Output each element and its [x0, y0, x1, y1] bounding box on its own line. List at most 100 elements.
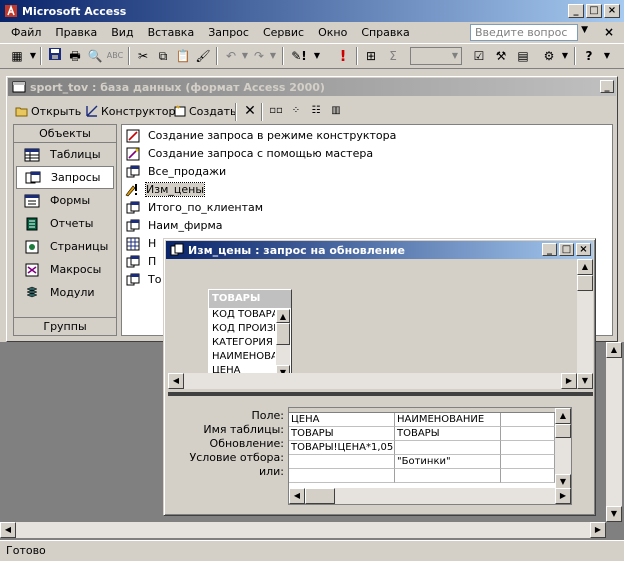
cut-icon[interactable]: ✂	[134, 47, 152, 65]
build-icon[interactable]: ⚒	[492, 47, 510, 65]
totals-icon[interactable]: Σ	[384, 47, 402, 65]
query-window-title: Изм_цены : запрос на обновление	[188, 243, 405, 257]
objects-item-tables[interactable]: Таблицы	[14, 143, 116, 166]
help-dropdown-arrow-icon[interactable]: ▼	[598, 47, 616, 65]
minimize-button[interactable]: _	[568, 4, 584, 18]
objects-item-reports[interactable]: Отчеты	[14, 212, 116, 235]
table-pane-vscrollbar[interactable]: ▲ ▼	[577, 259, 593, 389]
objects-item-forms[interactable]: Формы	[14, 189, 116, 212]
save-icon[interactable]	[46, 47, 64, 65]
top-values-dropdown-icon[interactable]: ▼	[446, 47, 464, 65]
query-window-titlebar: Изм_цены : запрос на обновление _ □ ×	[166, 241, 593, 259]
groups-header[interactable]: Группы	[14, 317, 116, 335]
print-icon[interactable]: 🖶	[66, 47, 84, 65]
list-item[interactable]: Итого_по_клиентам	[126, 199, 263, 216]
field-list-scrollbar[interactable]: ▲ ▼	[276, 309, 290, 379]
close-button[interactable]: ×	[604, 4, 620, 18]
grid-cell[interactable]: ТОВАРЫ	[395, 427, 501, 441]
field-list-item[interactable]: КОД ТОВАРА	[209, 308, 275, 322]
list-item[interactable]: Все_продажи	[126, 163, 226, 180]
grid-cell[interactable]: ЦЕНА	[289, 413, 395, 427]
menu-view[interactable]: Вид	[104, 26, 140, 39]
status-bar: Готово	[0, 540, 624, 561]
query-type-dropdown-icon[interactable]: ▼	[308, 47, 326, 65]
open-button[interactable]: Открыть	[15, 101, 81, 121]
grid-hscrollbar[interactable]: ◀ ▶	[289, 488, 571, 504]
grid-cell[interactable]: ТОВАРЫ!ЦЕНА*1,05	[289, 441, 395, 455]
grid-cell[interactable]	[289, 455, 395, 469]
grid-vscrollbar[interactable]: ▲ ▼	[555, 408, 571, 490]
menu-edit[interactable]: Правка	[48, 26, 104, 39]
list-item[interactable]: П	[126, 253, 156, 270]
spellcheck-icon[interactable]: ABC	[106, 47, 124, 65]
workspace-hscrollbar[interactable]: ◀ ▶	[0, 522, 606, 538]
new-object-dropdown-icon[interactable]: ▼	[556, 47, 574, 65]
database-window-minimize-button[interactable]: _	[600, 80, 614, 93]
maximize-button[interactable]: □	[586, 4, 602, 18]
menu-file[interactable]: Файл	[4, 26, 48, 39]
grid-cell[interactable]	[395, 469, 501, 483]
menu-window[interactable]: Окно	[311, 26, 354, 39]
list-view-icon[interactable]: ☷	[307, 102, 325, 120]
print-preview-icon[interactable]: 🔍	[86, 47, 104, 65]
grid-cell[interactable]	[501, 469, 555, 483]
grid-cell[interactable]: ТОВАРЫ	[289, 427, 395, 441]
paste-icon[interactable]: 📋	[174, 47, 192, 65]
help-icon[interactable]: ?	[580, 47, 598, 65]
grid-cell[interactable]	[289, 469, 395, 483]
small-icons-icon[interactable]: ⁘	[287, 102, 305, 120]
grid-cell[interactable]	[501, 455, 555, 469]
list-item[interactable]: Создание запроса с помощью мастера	[126, 145, 373, 162]
menu-insert[interactable]: Вставка	[141, 26, 202, 39]
properties-icon[interactable]: ☑	[470, 47, 488, 65]
grid-cell[interactable]	[395, 441, 501, 455]
help-question-input[interactable]: Введите вопрос	[470, 24, 578, 41]
delete-icon[interactable]: ✕	[241, 102, 259, 120]
format-painter-icon[interactable]: 🖌	[194, 47, 212, 65]
objects-item-label: Таблицы	[50, 148, 101, 161]
table-pane-hscrollbar[interactable]: ◀ ▶	[168, 373, 577, 389]
menu-help[interactable]: Справка	[354, 26, 416, 39]
grid-cell[interactable]: НАИМЕНОВАНИЕ	[395, 413, 501, 427]
create-icon	[173, 104, 187, 118]
objects-item-modules[interactable]: Модули	[14, 281, 116, 304]
menu-tools[interactable]: Сервис	[256, 26, 311, 39]
menu-query[interactable]: Запрос	[201, 26, 256, 39]
design-button[interactable]: Конструктор	[85, 101, 175, 121]
redo-dropdown-icon[interactable]: ▼	[264, 47, 282, 65]
details-view-icon[interactable]: ▥	[327, 102, 345, 120]
update-query-icon	[170, 243, 184, 257]
update-query-icon	[124, 183, 138, 197]
doc-close-button[interactable]: ×	[604, 25, 614, 39]
show-table-icon[interactable]: ⊞	[362, 47, 380, 65]
list-item[interactable]: Создание запроса в режиме конструктора	[126, 127, 396, 144]
field-list-item[interactable]: КОД ПРОИЗВ	[209, 322, 275, 336]
grid-cell[interactable]: "Ботинки"	[395, 455, 501, 469]
help-dropdown-icon[interactable]: ▼	[581, 25, 588, 35]
grid-cell[interactable]	[501, 441, 555, 455]
objects-item-pages[interactable]: Страницы	[14, 235, 116, 258]
run-icon[interactable]: !	[334, 47, 352, 65]
objects-item-queries[interactable]: Запросы	[16, 166, 114, 189]
query-minimize-button[interactable]: _	[542, 243, 557, 256]
list-item[interactable]: Н	[126, 235, 156, 252]
database-icon	[12, 80, 26, 94]
copy-icon[interactable]: ⧉	[154, 47, 172, 65]
field-list-item[interactable]: НАИМЕНОВАН	[209, 350, 275, 364]
pane-splitter[interactable]	[168, 392, 593, 396]
query-type-icon[interactable]: ✎!	[290, 47, 308, 65]
workspace-vscrollbar[interactable]: ▲ ▼	[606, 342, 622, 522]
query-close-button[interactable]: ×	[576, 243, 591, 256]
list-item[interactable]: Изм_цены	[124, 181, 206, 198]
list-item[interactable]: Наим_фирма	[126, 217, 223, 234]
large-icons-icon[interactable]: ▫▫	[267, 102, 285, 120]
objects-item-macros[interactable]: Макросы	[14, 258, 116, 281]
create-button[interactable]: Создать	[173, 101, 237, 121]
grid-cell[interactable]	[501, 413, 555, 427]
query-maximize-button[interactable]: □	[559, 243, 574, 256]
table-field-list[interactable]: ТОВАРЫ КОД ТОВАРА КОД ПРОИЗВ КАТЕГОРИЯ Н…	[208, 289, 292, 381]
list-item[interactable]: То	[126, 271, 161, 288]
database-window-icon[interactable]: ▤	[514, 47, 532, 65]
grid-cell[interactable]	[501, 427, 555, 441]
field-list-item[interactable]: КАТЕГОРИЯ	[209, 336, 275, 350]
